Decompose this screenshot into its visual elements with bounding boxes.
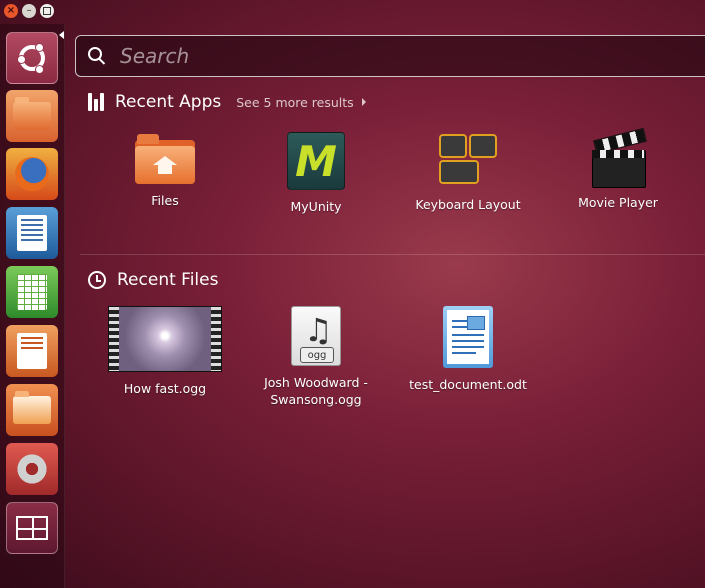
file-item-how-fast[interactable]: How fast.ogg	[100, 306, 230, 397]
workspace-icon	[16, 516, 48, 540]
launcher-software-center[interactable]	[6, 384, 58, 436]
launcher-files[interactable]	[6, 90, 58, 142]
folder-icon	[13, 97, 51, 130]
app-label: Movie Player	[578, 195, 658, 210]
ubuntu-logo-icon	[17, 43, 45, 74]
minimize-window-button[interactable]: –	[22, 4, 36, 18]
file-item-swansong[interactable]: ♫ ogg Josh Woodward - Swansong.ogg	[251, 306, 381, 408]
close-window-button[interactable]: ×	[4, 4, 18, 18]
launcher-calc[interactable]	[6, 266, 58, 318]
music-note-icon: ♫	[304, 311, 333, 349]
maximize-window-button[interactable]	[40, 4, 54, 18]
launcher-impress[interactable]	[6, 325, 58, 377]
launcher	[0, 24, 65, 588]
apps-category-icon	[88, 93, 104, 111]
see-more-results-link[interactable]: See 5 more results	[236, 95, 353, 110]
launcher-workspace-switcher[interactable]	[6, 502, 58, 554]
search-input[interactable]	[118, 43, 682, 69]
app-label: MyUnity	[290, 199, 342, 214]
recent-files-title: Recent Files	[117, 270, 219, 290]
minimize-icon: –	[26, 5, 32, 16]
file-item-test-document[interactable]: test_document.odt	[403, 306, 533, 393]
impress-icon	[17, 333, 47, 369]
clock-icon	[88, 271, 106, 289]
recent-apps-header: Recent Apps See 5 more results	[88, 92, 366, 112]
recent-files-header: Recent Files	[88, 270, 218, 290]
audio-file-icon: ♫ ogg	[291, 306, 341, 366]
launcher-dash-home[interactable]	[6, 32, 58, 84]
app-label: Files	[151, 193, 179, 208]
search-bar[interactable]	[75, 35, 705, 77]
maximize-icon	[43, 7, 51, 15]
recent-apps-title: Recent Apps	[115, 92, 222, 112]
myunity-icon: M	[287, 132, 345, 190]
writer-icon	[17, 215, 47, 251]
section-divider	[80, 254, 705, 255]
store-bag-icon	[13, 391, 51, 424]
active-indicator-icon	[59, 31, 64, 39]
app-item-keyboard-layout[interactable]: Keyboard Layout	[403, 132, 533, 213]
calc-icon	[17, 274, 47, 310]
firefox-icon	[15, 157, 49, 191]
close-icon: ×	[6, 5, 16, 16]
file-label: Josh Woodward - Swansong.ogg	[264, 375, 368, 407]
app-item-myunity[interactable]: M MyUnity	[251, 132, 381, 215]
app-item-movie-player[interactable]: Movie Player	[553, 127, 683, 211]
keyboard-layout-icon	[437, 132, 499, 188]
file-type-tag: ogg	[300, 347, 334, 363]
launcher-firefox[interactable]	[6, 148, 58, 200]
expand-arrow-icon[interactable]	[361, 98, 366, 106]
file-label: test_document.odt	[409, 377, 527, 392]
document-file-icon	[443, 306, 493, 368]
window-controls: × –	[4, 4, 54, 18]
settings-icon	[15, 452, 49, 486]
app-item-files[interactable]: Files	[100, 132, 230, 209]
video-thumbnail-icon	[108, 306, 222, 372]
app-label: Keyboard Layout	[415, 197, 521, 212]
launcher-writer[interactable]	[6, 207, 58, 259]
launcher-system-settings[interactable]	[6, 443, 58, 495]
clapperboard-icon	[590, 127, 647, 190]
files-folder-icon	[135, 132, 195, 184]
search-icon	[88, 47, 106, 65]
file-label: How fast.ogg	[123, 381, 207, 396]
